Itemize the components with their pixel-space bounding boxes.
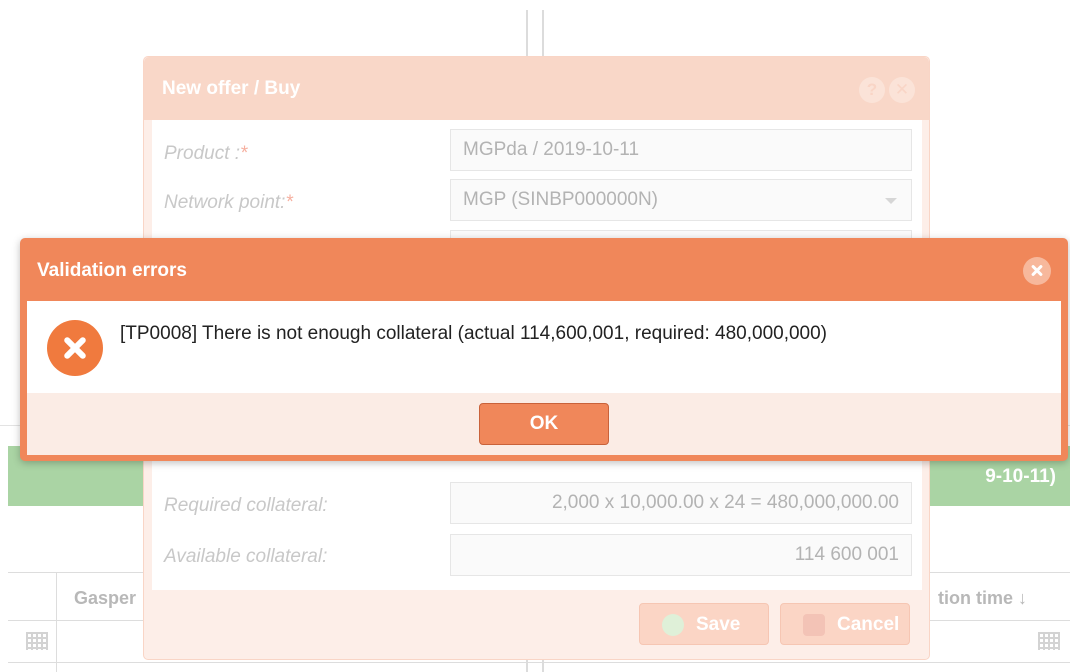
- required-marker: *: [240, 143, 248, 164]
- ok-button[interactable]: OK: [479, 403, 609, 445]
- available-collateral-field: 114 600 001: [450, 534, 912, 576]
- network-point-label-text: Network point:: [164, 192, 286, 213]
- column-divider: [56, 572, 57, 672]
- required-collateral-label: Required collateral:: [164, 495, 328, 516]
- dialog-footer: Save Cancel: [152, 593, 922, 651]
- dialog-header: New offer / Buy ? ✕: [144, 57, 929, 120]
- product-label-text: Product :: [164, 143, 241, 164]
- dialog-title: Validation errors: [37, 260, 187, 281]
- error-message: [TP0008] There is not enough collateral …: [120, 323, 828, 344]
- error-icon: [47, 320, 103, 376]
- save-button-label: Save: [696, 614, 741, 635]
- close-icon[interactable]: [1023, 257, 1051, 285]
- selected-product-banner-text: 9-10-11): [985, 466, 1056, 487]
- column-header-gasper[interactable]: Gasper: [74, 588, 136, 609]
- product-label: Product :*: [164, 143, 247, 165]
- available-collateral-label: Available collateral:: [164, 546, 328, 567]
- sort-down-icon: ↓: [1018, 588, 1028, 608]
- cancel-icon: [803, 614, 825, 636]
- column-chooser-icon[interactable]: [1038, 632, 1060, 650]
- save-button[interactable]: Save: [639, 603, 769, 645]
- table-row: [8, 662, 1070, 672]
- column-chooser-icon[interactable]: [26, 632, 48, 650]
- dialog-title: New offer / Buy: [162, 78, 301, 99]
- dialog-body: [TP0008] There is not enough collateral …: [27, 301, 1061, 393]
- column-header-creation-time[interactable]: tion time ↓: [938, 588, 1027, 609]
- cancel-button[interactable]: Cancel: [780, 603, 910, 645]
- required-collateral-field: 2,000 x 10,000.00 x 24 = 480,000,000.00: [450, 482, 912, 524]
- network-point-value: MGP (SINBP000000N): [463, 189, 659, 210]
- validation-errors-dialog: Validation errors [TP0008] There is not …: [20, 238, 1068, 461]
- check-icon: [662, 614, 684, 636]
- help-icon[interactable]: ?: [859, 77, 885, 103]
- required-marker: *: [285, 192, 293, 213]
- network-point-select[interactable]: MGP (SINBP000000N): [450, 179, 912, 221]
- close-icon[interactable]: ✕: [889, 77, 915, 103]
- product-field[interactable]: MGPda / 2019-10-11: [450, 129, 912, 171]
- cancel-button-label: Cancel: [837, 614, 900, 635]
- network-point-label: Network point:*: [164, 192, 293, 214]
- dialog-footer: OK: [27, 393, 1061, 455]
- chevron-down-icon: [885, 198, 897, 204]
- column-header-label: tion time: [938, 588, 1013, 608]
